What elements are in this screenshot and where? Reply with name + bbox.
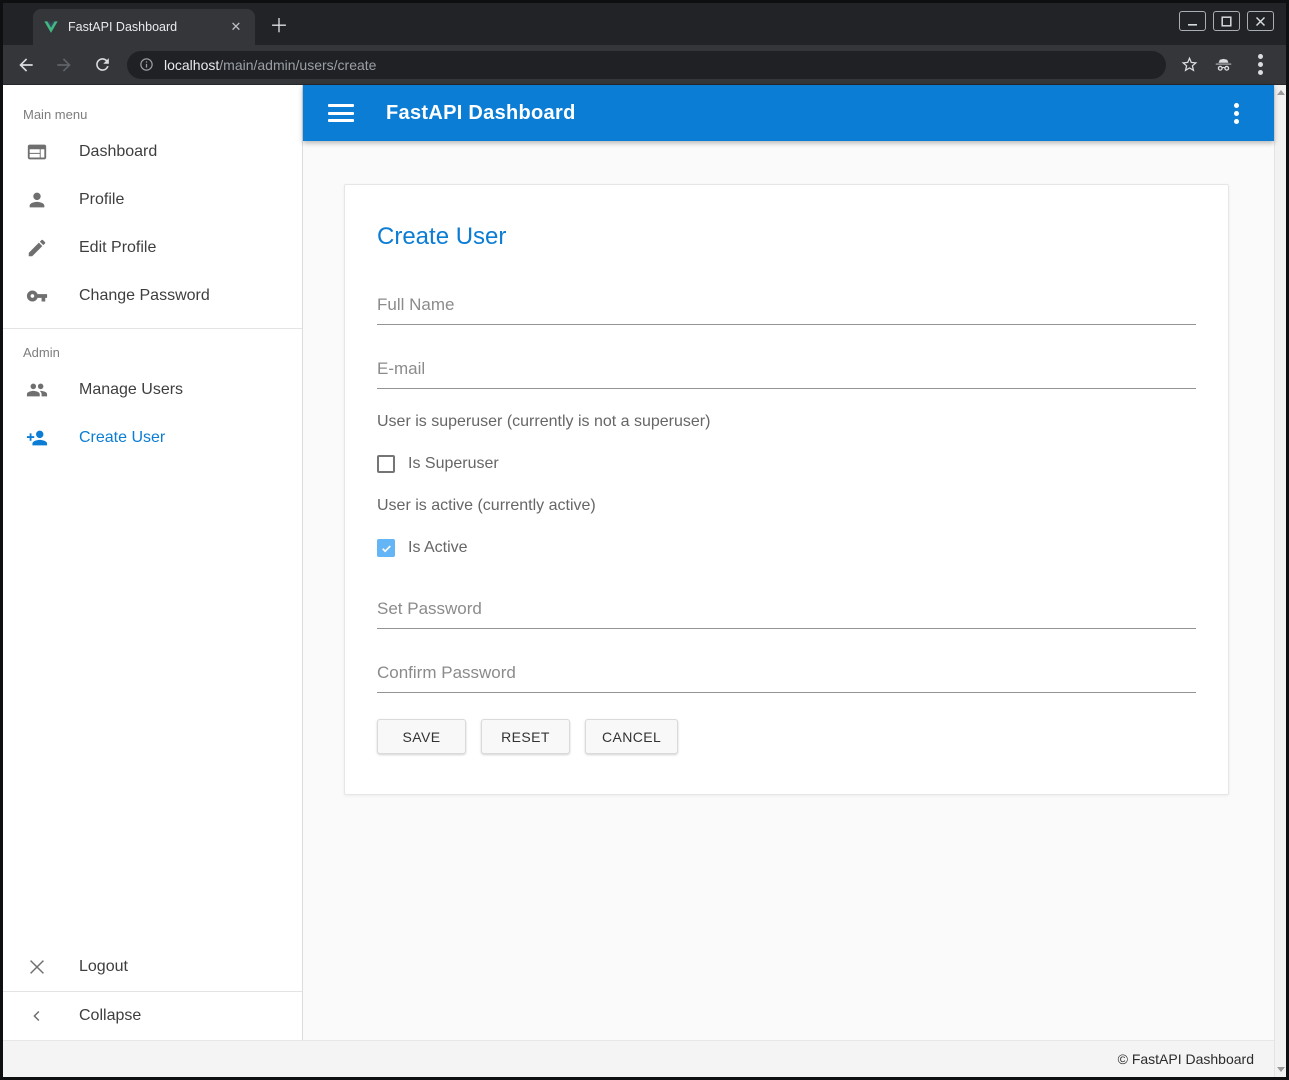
- person-add-icon: [25, 426, 49, 450]
- chevron-left-icon: [25, 1004, 49, 1028]
- form-actions: SAVE RESET CANCEL: [377, 719, 1196, 754]
- browser-tab[interactable]: FastAPI Dashboard ✕: [33, 9, 255, 45]
- sidebar-section-main-menu: Main menu: [3, 85, 302, 128]
- url-text: localhost/main/admin/users/create: [164, 57, 376, 73]
- pencil-icon: [25, 236, 49, 260]
- page-scrollbar[interactable]: [1274, 85, 1286, 1077]
- browser-window: FastAPI Dashboard ✕ ＋ localhost/main/adm…: [0, 0, 1289, 1080]
- sidebar-item-manage-users[interactable]: Manage Users: [3, 366, 302, 414]
- app-title: FastAPI Dashboard: [386, 102, 576, 125]
- superuser-checkbox-label: Is Superuser: [408, 455, 499, 473]
- full-name-input[interactable]: [377, 295, 1196, 325]
- incognito-icon: [1213, 54, 1234, 75]
- sidebar-item-collapse[interactable]: Collapse: [3, 992, 302, 1040]
- sidebar-item-label: Collapse: [79, 1007, 141, 1025]
- browser-menu-icon[interactable]: [1248, 51, 1272, 78]
- active-checkbox[interactable]: [377, 539, 395, 557]
- sidebar-section-admin: Admin: [3, 329, 302, 366]
- window-maximize-button[interactable]: [1213, 11, 1240, 31]
- sidebar-item-edit-profile[interactable]: Edit Profile: [3, 224, 302, 272]
- confirm-password-field-wrap: [377, 663, 1196, 693]
- address-bar[interactable]: localhost/main/admin/users/create: [127, 51, 1166, 79]
- hamburger-menu-icon[interactable]: [328, 100, 354, 127]
- save-button[interactable]: SAVE: [377, 719, 466, 754]
- app-bar: FastAPI Dashboard: [303, 85, 1274, 141]
- reset-button[interactable]: RESET: [481, 719, 570, 754]
- site-info-icon[interactable]: [139, 57, 154, 72]
- vue-logo-icon: [43, 19, 59, 35]
- bookmark-star-icon[interactable]: [1180, 55, 1199, 74]
- sidebar-item-logout[interactable]: Logout: [3, 943, 302, 991]
- create-user-card: Create User User is superuser (currently…: [344, 184, 1229, 795]
- email-input[interactable]: [377, 359, 1196, 389]
- scrollbar-up-icon[interactable]: [1277, 90, 1285, 95]
- url-host: localhost: [164, 57, 219, 73]
- sidebar-item-create-user[interactable]: Create User: [3, 414, 302, 462]
- main-content: Create User User is superuser (currently…: [303, 141, 1274, 1040]
- sidebar-item-label: Profile: [79, 191, 124, 209]
- copyright-text: © FastAPI Dashboard: [1118, 1051, 1254, 1067]
- key-icon: [25, 284, 49, 308]
- sidebar-item-label: Edit Profile: [79, 239, 156, 257]
- page-title: Create User: [377, 185, 1196, 251]
- sidebar-item-profile[interactable]: Profile: [3, 176, 302, 224]
- app-menu-icon[interactable]: [1224, 100, 1248, 127]
- person-icon: [25, 188, 49, 212]
- full-name-field-wrap: [377, 295, 1196, 325]
- new-tab-button[interactable]: ＋: [265, 13, 293, 41]
- sidebar-spacer: [3, 462, 302, 943]
- set-password-input[interactable]: [377, 599, 1196, 629]
- active-checkbox-row[interactable]: Is Active: [377, 539, 1196, 557]
- confirm-password-input[interactable]: [377, 663, 1196, 693]
- sidebar-item-dashboard[interactable]: Dashboard: [3, 128, 302, 176]
- window-close-button[interactable]: [1247, 11, 1274, 31]
- browser-toolbar: localhost/main/admin/users/create: [3, 45, 1286, 85]
- page-footer: © FastAPI Dashboard: [3, 1040, 1274, 1077]
- email-field-wrap: [377, 359, 1196, 389]
- superuser-description: User is superuser (currently is not a su…: [377, 413, 1196, 431]
- checkmark-icon: [380, 542, 393, 555]
- active-description: User is active (currently active): [377, 497, 1196, 515]
- sidebar: Main menu Dashboard Profile Edit Profile: [3, 85, 303, 1040]
- sidebar-item-label: Create User: [79, 429, 165, 447]
- reload-button[interactable]: [87, 50, 117, 80]
- cancel-button[interactable]: CANCEL: [585, 719, 678, 754]
- sidebar-item-label: Change Password: [79, 287, 210, 305]
- tab-close-icon[interactable]: ✕: [227, 18, 245, 36]
- superuser-checkbox[interactable]: [377, 455, 395, 473]
- sidebar-item-label: Logout: [79, 958, 128, 976]
- dashboard-icon: [25, 140, 49, 164]
- superuser-checkbox-row[interactable]: Is Superuser: [377, 455, 1196, 473]
- forward-button[interactable]: [49, 50, 79, 80]
- window-minimize-button[interactable]: [1179, 11, 1206, 31]
- url-path: /main/admin/users/create: [219, 57, 376, 73]
- set-password-field-wrap: [377, 599, 1196, 629]
- close-icon: [25, 955, 49, 979]
- sidebar-item-label: Manage Users: [79, 381, 183, 399]
- back-button[interactable]: [11, 50, 41, 80]
- sidebar-item-label: Dashboard: [79, 143, 157, 161]
- sidebar-item-change-password[interactable]: Change Password: [3, 272, 302, 320]
- active-checkbox-label: Is Active: [408, 539, 468, 557]
- scrollbar-down-icon[interactable]: [1277, 1067, 1285, 1072]
- tab-strip: FastAPI Dashboard ✕ ＋: [3, 3, 1286, 45]
- page-viewport: Main menu Dashboard Profile Edit Profile: [3, 85, 1286, 1077]
- tab-title: FastAPI Dashboard: [68, 20, 227, 34]
- group-icon: [25, 378, 49, 402]
